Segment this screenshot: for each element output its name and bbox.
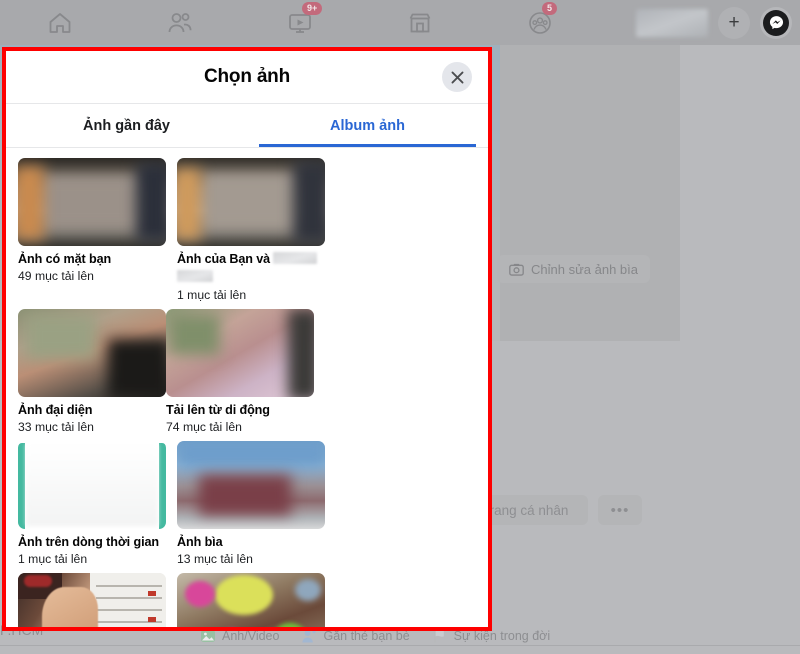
close-icon[interactable] bbox=[442, 62, 472, 92]
album-item[interactable]: Ảnh bìa 13 mục tải lên bbox=[177, 441, 325, 567]
cover-right-area bbox=[500, 45, 680, 341]
dialog-header: Chọn ảnh bbox=[6, 51, 488, 104]
more-options-button[interactable]: ••• bbox=[598, 495, 642, 525]
composer-life-event-label: Sự kiện trong đời bbox=[453, 629, 551, 643]
album-title: Ảnh có mặt bạn bbox=[18, 252, 112, 266]
nav-item-marketplace[interactable] bbox=[360, 0, 480, 45]
tab-recent-photos[interactable]: Ảnh gần đây bbox=[6, 104, 247, 147]
nav-badge-video: 9+ bbox=[302, 2, 323, 15]
album-title-text: Ảnh của Bạn và bbox=[177, 252, 271, 266]
album-count: 13 mục tải lên bbox=[177, 552, 253, 566]
nav-item-home[interactable] bbox=[0, 0, 120, 45]
album-thumbnail bbox=[177, 441, 325, 529]
create-button[interactable]: + bbox=[718, 6, 750, 39]
album-count: 74 mục tải lên bbox=[166, 420, 242, 434]
album-item[interactable]: Đi chơi nè 😛 10 mục tải lên bbox=[18, 573, 166, 627]
nav-item-groups[interactable]: 5 bbox=[480, 0, 600, 45]
album-grid: Ảnh có mặt bạn 49 mục tải lên Ảnh của Bạ… bbox=[6, 148, 488, 627]
nav-item-video[interactable]: 9+ bbox=[240, 0, 360, 45]
account-name-blurred[interactable] bbox=[636, 8, 708, 37]
friends-icon bbox=[167, 10, 193, 36]
home-icon bbox=[47, 10, 73, 36]
nav-icon-group: 9+ 5 bbox=[0, 0, 600, 45]
album-title: Ảnh của Bạn và bbox=[177, 252, 325, 286]
tab-photo-albums[interactable]: Album ảnh bbox=[247, 104, 488, 147]
album-item[interactable]: Ảnh có mặt bạn 49 mục tải lên bbox=[18, 158, 166, 303]
album-thumbnail bbox=[18, 573, 166, 627]
album-thumbnail bbox=[18, 441, 166, 529]
album-thumbnail bbox=[18, 158, 166, 246]
album-item[interactable]: Ảnh trên dòng thời gian 1 mục tải lên bbox=[18, 441, 166, 567]
messenger-button[interactable] bbox=[760, 6, 792, 39]
album-count: 1 mục tải lên bbox=[18, 552, 88, 566]
topbar-right-controls: + bbox=[636, 0, 792, 45]
bottom-divider bbox=[0, 645, 800, 646]
blurred-friend-name-line2 bbox=[177, 270, 213, 282]
album-item[interactable]: Tải lên từ di động 74 mục tải lên bbox=[166, 309, 314, 435]
profile-actions: rang cá nhân ••• bbox=[470, 495, 642, 525]
album-count: 49 mục tải lên bbox=[18, 269, 94, 283]
album-title: Ảnh đại diện bbox=[18, 403, 93, 417]
edit-cover-photo-button[interactable]: Chỉnh sửa ảnh bìa bbox=[497, 255, 650, 283]
nav-badge-groups: 5 bbox=[542, 2, 558, 15]
edit-cover-photo-label: Chỉnh sửa ảnh bìa bbox=[531, 261, 638, 277]
album-thumbnail bbox=[18, 309, 166, 397]
highlight-frame: Chọn ảnh Ảnh gần đây Album ảnh Ảnh có mặ… bbox=[2, 47, 492, 631]
album-count: 1 mục tải lên bbox=[177, 288, 247, 302]
album-title: Ảnh trên dòng thời gian bbox=[18, 535, 159, 549]
album-item[interactable]: Ảnh của Bạn và 1 mục tải lên bbox=[177, 158, 325, 303]
album-title: Tải lên từ di động bbox=[166, 403, 270, 417]
album-thumbnail bbox=[177, 158, 325, 246]
album-thumbnail bbox=[177, 573, 325, 627]
marketplace-icon bbox=[407, 10, 433, 36]
messenger-icon bbox=[763, 9, 789, 36]
album-count: 33 mục tải lên bbox=[18, 420, 94, 434]
facebook-page: Chỉnh sửa ảnh bìa rang cá nhân ••• P.HCM… bbox=[0, 0, 800, 654]
dialog-title: Chọn ảnh bbox=[204, 66, 290, 87]
camera-icon bbox=[509, 263, 524, 276]
album-item[interactable]: Trại 12a1❤ 150 mục tải lên bbox=[177, 573, 325, 627]
album-item[interactable]: Ảnh đại diện 33 mục tải lên bbox=[18, 309, 166, 435]
dialog-tabs: Ảnh gần đây Album ảnh bbox=[6, 104, 488, 148]
composer-tag-friends-label: Gắn thẻ bạn bè bbox=[323, 629, 410, 643]
album-title: Ảnh bìa bbox=[177, 535, 223, 549]
composer-photo-video-label: Ảnh/Video bbox=[222, 629, 280, 643]
top-navigation-bar: 9+ 5 + bbox=[0, 0, 800, 45]
choose-photo-dialog: Chọn ảnh Ảnh gần đây Album ảnh Ảnh có mặ… bbox=[6, 51, 488, 627]
nav-item-friends[interactable] bbox=[120, 0, 240, 45]
blurred-friend-name bbox=[273, 252, 318, 264]
album-thumbnail bbox=[166, 309, 314, 397]
